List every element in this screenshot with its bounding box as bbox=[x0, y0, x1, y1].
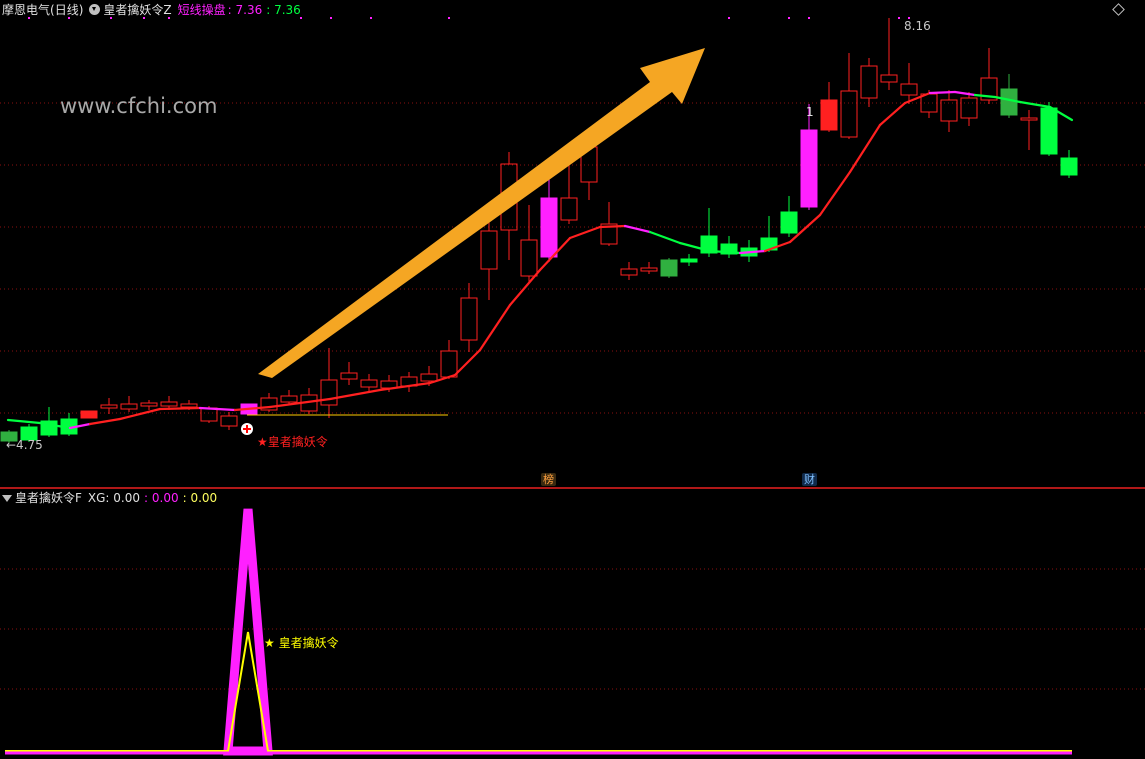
candle-body bbox=[160, 401, 178, 407]
candle-body bbox=[900, 83, 918, 96]
ma-line-segment bbox=[378, 381, 432, 392]
sub-value-2: : 0.00 bbox=[144, 491, 179, 505]
candle-body bbox=[620, 268, 638, 276]
candle-body bbox=[1060, 157, 1078, 176]
candle-body bbox=[840, 90, 858, 138]
indicator-line-yellow bbox=[5, 631, 1072, 752]
marker-dot bbox=[330, 17, 332, 19]
arrow-icon bbox=[258, 48, 705, 378]
badge-bang[interactable]: 榜 bbox=[541, 473, 556, 486]
indicator-chart[interactable] bbox=[0, 489, 1145, 759]
signal-label-sub: ★ 皇者擒妖令 bbox=[264, 636, 339, 650]
candlestick-chart[interactable] bbox=[0, 0, 1145, 488]
ma-line-segment bbox=[928, 90, 957, 95]
candle-body bbox=[100, 404, 118, 409]
candle-body bbox=[460, 297, 478, 341]
candle-body bbox=[640, 267, 658, 272]
candle-body bbox=[520, 239, 538, 277]
param-value-1: : 7.36 bbox=[227, 3, 263, 17]
marker-dot bbox=[110, 17, 112, 19]
low-price-label: ←4.75 bbox=[6, 438, 43, 452]
sub-header: 皇者擒妖令F XG: 0.00: 0.00: 0.00 bbox=[2, 491, 217, 505]
ma-line-segment bbox=[508, 268, 542, 307]
marker-dot bbox=[300, 17, 302, 19]
ma-line-segment bbox=[568, 225, 602, 240]
sub-value-3: : 0.00 bbox=[182, 491, 218, 505]
ma-line-segment bbox=[428, 373, 457, 385]
main-header: 摩恩电气(日线) 皇者擒妖令Z 短线操盘: 7.36: 7.36 bbox=[2, 3, 301, 17]
param-value-2: : 7.36 bbox=[266, 3, 301, 17]
marker-dot bbox=[898, 17, 900, 19]
ma-line-segment bbox=[268, 401, 302, 409]
ma-line-segment bbox=[878, 101, 907, 127]
ma-line-segment bbox=[198, 406, 237, 412]
candle-body bbox=[360, 379, 378, 388]
ma-line-segment bbox=[818, 170, 852, 217]
main-chart-panel[interactable]: 摩恩电气(日线) 皇者擒妖令Z 短线操盘: 7.36: 7.36 www.cfchi… bbox=[0, 0, 1145, 488]
candle-body bbox=[820, 99, 838, 131]
ma-line-segment bbox=[118, 407, 162, 421]
marker-dot bbox=[168, 17, 170, 19]
candle-body bbox=[140, 402, 158, 407]
candle-body bbox=[540, 197, 558, 258]
candle-body bbox=[780, 211, 798, 234]
stock-name: 摩恩电气 bbox=[2, 3, 51, 17]
watermark: www.cfchi.com bbox=[60, 94, 218, 118]
sub-indicator-panel[interactable]: 皇者擒妖令F XG: 0.00: 0.00: 0.00 ★ 皇者擒妖令 bbox=[0, 489, 1145, 759]
ma-line-segment bbox=[953, 90, 977, 97]
ma-line-segment bbox=[598, 224, 627, 229]
marker-dot bbox=[370, 17, 372, 19]
candle-body bbox=[960, 97, 978, 119]
candle-body bbox=[440, 350, 458, 378]
candle-body bbox=[180, 403, 198, 408]
ma-line-segment bbox=[1018, 100, 1052, 109]
badge-cai[interactable]: 财 bbox=[802, 473, 817, 486]
candle-body bbox=[880, 74, 898, 83]
candle-body bbox=[420, 373, 438, 382]
candle-body bbox=[680, 258, 698, 263]
candle-body bbox=[320, 379, 338, 406]
marker-dot bbox=[448, 17, 450, 19]
ma-line-segment bbox=[298, 397, 332, 405]
ma-line-segment bbox=[623, 224, 652, 234]
ma-line-segment bbox=[973, 93, 997, 99]
candle-body bbox=[200, 407, 218, 422]
candle-body bbox=[80, 410, 98, 419]
candle-body bbox=[1040, 107, 1058, 155]
candle-body bbox=[220, 415, 238, 427]
candle-body bbox=[120, 403, 138, 410]
candle-body bbox=[800, 129, 818, 208]
marker-dot bbox=[808, 17, 810, 19]
marker-dot bbox=[28, 17, 30, 19]
marker-dot bbox=[143, 17, 145, 19]
chevron-down-icon[interactable] bbox=[2, 495, 12, 502]
settings-circle-icon[interactable] bbox=[89, 4, 101, 15]
ma-line-segment bbox=[478, 303, 512, 352]
candle-body bbox=[560, 197, 578, 221]
marker-dot bbox=[728, 17, 730, 19]
signal-label-main: ★皇者擒妖令 bbox=[257, 435, 328, 449]
candle-body bbox=[280, 395, 298, 403]
ma-line-segment bbox=[158, 406, 202, 411]
candle-body bbox=[660, 259, 678, 277]
marker-dot bbox=[68, 17, 70, 19]
marker-dot bbox=[788, 17, 790, 19]
ma-line-segment bbox=[453, 348, 482, 377]
candle-body bbox=[1020, 117, 1038, 121]
ma-line-segment bbox=[6, 418, 42, 425]
indicator-name: 皇者擒妖令Z bbox=[103, 3, 172, 17]
candle-body bbox=[860, 65, 878, 99]
marker-1-label: 1 bbox=[806, 105, 814, 119]
param-label: 短线操盘 bbox=[177, 3, 226, 17]
xg-value: XG: 0.00 bbox=[87, 491, 141, 505]
period-label: (日线) bbox=[50, 3, 84, 17]
candle-body bbox=[340, 372, 358, 380]
candle-body bbox=[480, 230, 498, 270]
high-price-label: 8.16 bbox=[904, 19, 931, 33]
ma-line-segment bbox=[88, 417, 122, 426]
sub-indicator-name: 皇者擒妖令F bbox=[15, 491, 82, 505]
ma-line-segment bbox=[648, 230, 682, 245]
